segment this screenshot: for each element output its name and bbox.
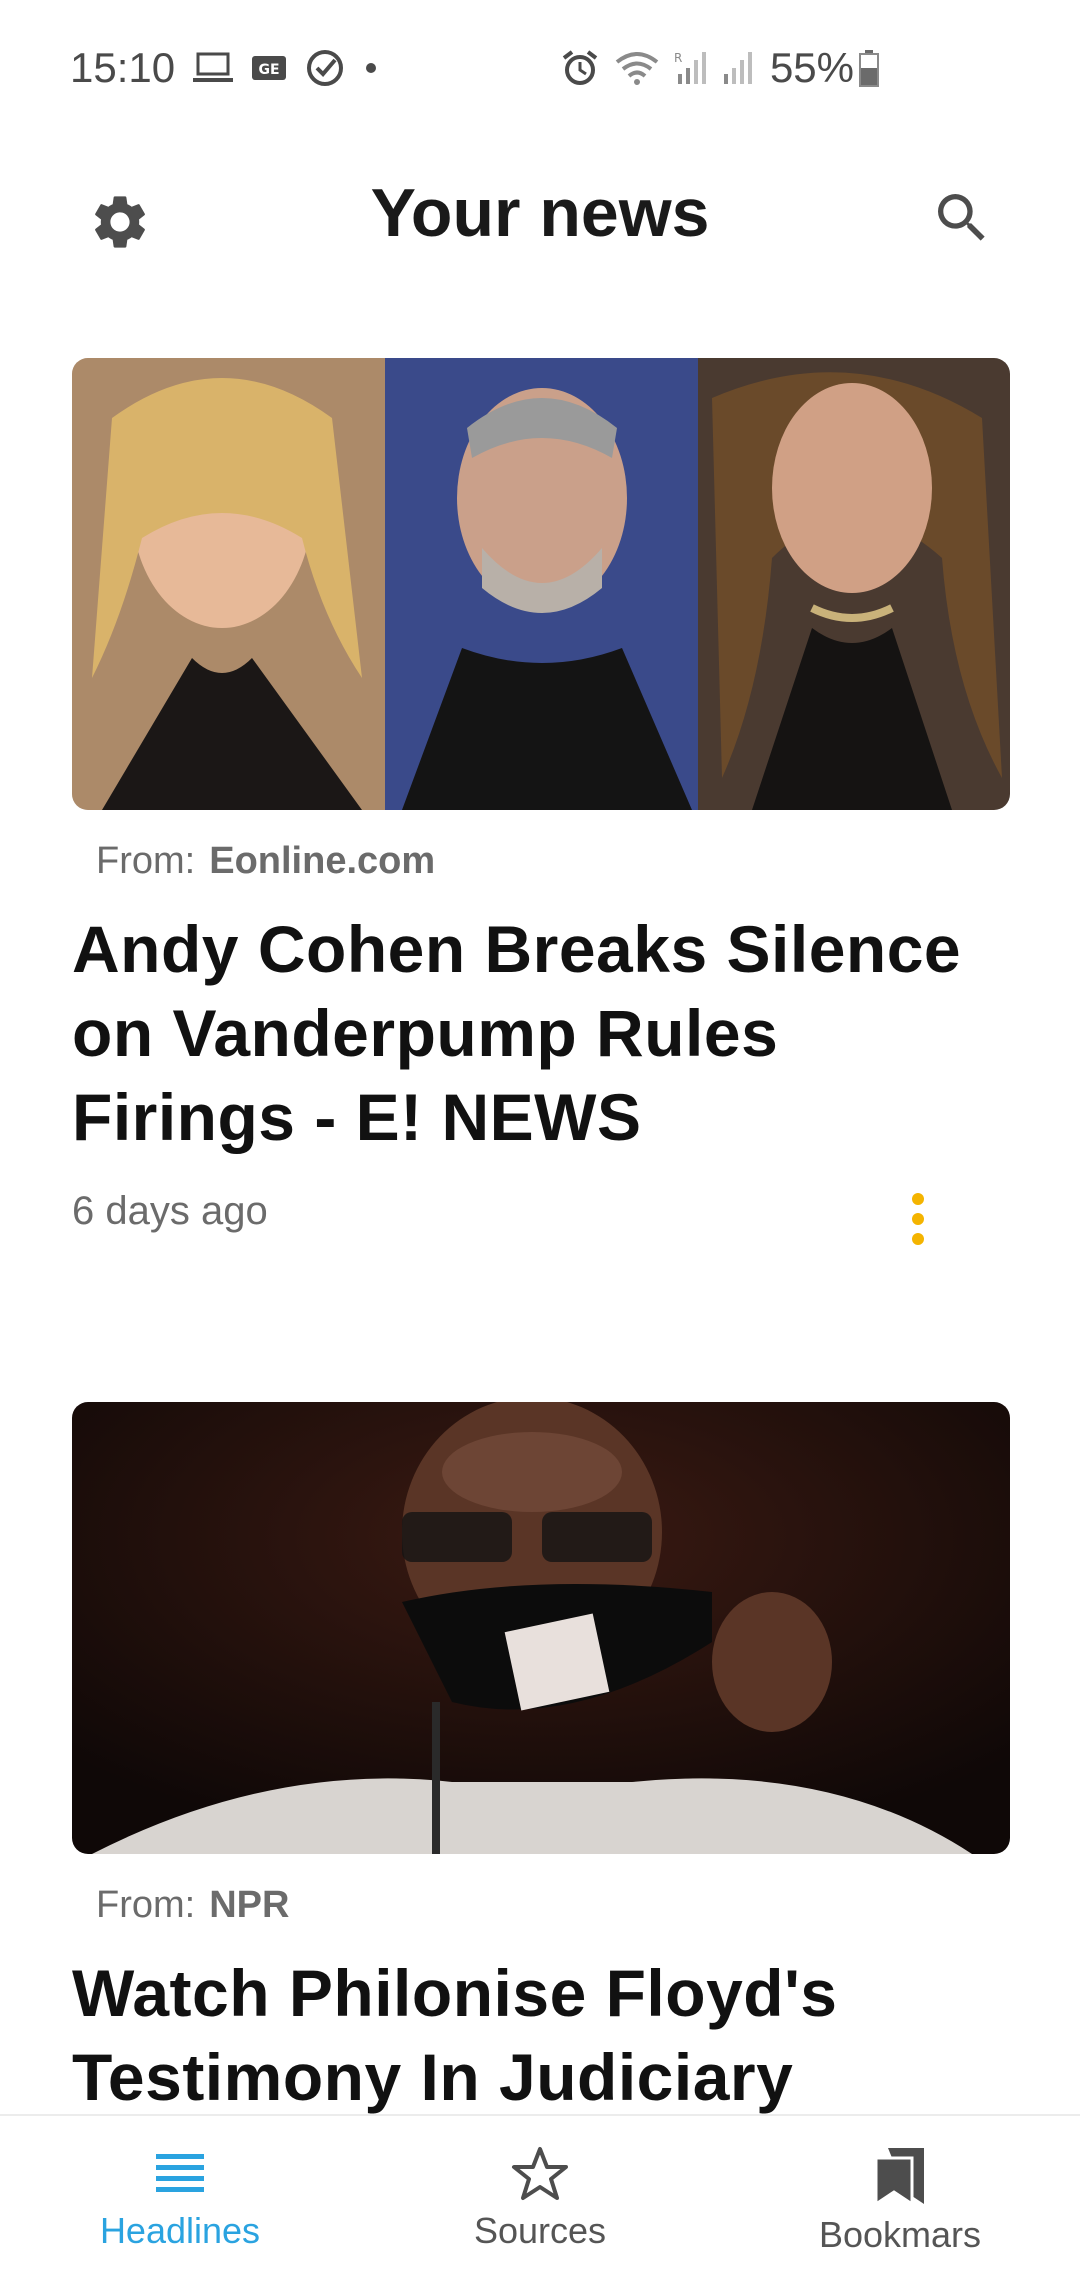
ge-icon: GE	[251, 54, 287, 82]
publish-time: 6 days ago	[72, 1189, 268, 1233]
nav-label: Sources	[473, 2210, 607, 2251]
news-card[interactable]: From: NPR Watch Philonise Floyd's Testimo…	[72, 1402, 1010, 2119]
battery-text: 55%	[769, 44, 854, 91]
nav-label: Headlines	[99, 2210, 261, 2251]
search-icon	[938, 194, 985, 241]
news-image[interactable]	[72, 358, 1010, 810]
bookmarks-icon	[874, 2148, 924, 2206]
star-icon	[512, 2147, 568, 2200]
source-name[interactable]: Eonline.com	[209, 840, 435, 882]
status-bar: 15:10 GE R 55%	[0, 0, 1080, 140]
app-header: Your news	[0, 160, 1080, 280]
from-label: From:	[96, 1884, 196, 1926]
news-card[interactable]: From: Eonline.com Andy Cohen Breaks Silen…	[72, 358, 1010, 1249]
source-line: From: Eonline.com	[72, 840, 1010, 883]
search-button[interactable]	[930, 186, 994, 250]
source-line: From: NPR	[72, 1884, 1010, 1927]
source-name[interactable]: NPR	[209, 1884, 289, 1926]
more-vert-icon	[912, 1193, 924, 1245]
svg-text:GE: GE	[259, 62, 280, 78]
nav-headlines[interactable]: Headlines	[0, 2116, 360, 2282]
dot-icon	[363, 60, 379, 76]
from-label: From:	[96, 840, 196, 882]
more-options-button[interactable]	[898, 1189, 938, 1249]
alarm-icon	[560, 48, 600, 88]
check-circle-icon	[305, 48, 345, 88]
wifi-icon	[614, 50, 660, 86]
laptop-icon	[193, 52, 234, 84]
nav-bookmarks[interactable]: Bookmars	[720, 2116, 1080, 2282]
news-image[interactable]	[72, 1402, 1010, 1854]
status-right: R 55%	[560, 44, 894, 92]
headline[interactable]: Andy Cohen Breaks Silence on Vanderpump …	[72, 907, 1010, 1159]
signal-icon	[722, 50, 756, 86]
nav-sources[interactable]: Sources	[360, 2116, 720, 2282]
headline[interactable]: Watch Philonise Floyd's Testimony In Jud…	[72, 1951, 1010, 2119]
card-meta: 6 days ago	[72, 1189, 1010, 1249]
list-icon	[156, 2154, 204, 2192]
nav-label: Bookmars	[818, 2214, 982, 2255]
battery-icon	[858, 49, 880, 87]
status-left: 15:10 GE	[70, 44, 379, 92]
signal-r-icon: R	[674, 50, 708, 86]
status-time: 15:10	[70, 44, 176, 91]
page-title: Your news	[370, 175, 710, 251]
svg-text:R: R	[674, 51, 682, 65]
bottom-navigation: Headlines Sources Bookmars	[0, 2114, 1080, 2282]
